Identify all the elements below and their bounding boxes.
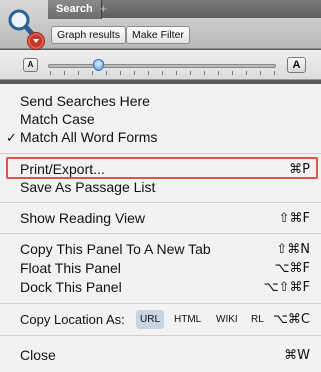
add-tab-button[interactable]: + [100, 0, 107, 18]
slider-tick [120, 71, 121, 75]
menu-item-save-passage-list[interactable]: Save As Passage List [20, 178, 310, 197]
shortcut-label: ⌘P [289, 162, 310, 177]
search-menu-button[interactable] [0, 0, 46, 49]
menu-separator [0, 303, 321, 304]
tab-strip: Search + [48, 0, 321, 19]
menu-item-label: Dock This Panel [20, 279, 122, 295]
graph-results-button[interactable]: Graph results [51, 26, 127, 44]
shortcut-label: ⌘W [284, 348, 310, 363]
slider-tick [64, 71, 65, 75]
shortcut-label: ⇧⌘N [276, 242, 310, 257]
menu-separator [0, 153, 321, 154]
slider-tick [260, 71, 261, 75]
font-size-bar: A A [0, 50, 321, 80]
menu-item-label: Copy This Panel To A New Tab [20, 241, 211, 257]
format-html[interactable]: HTML [170, 310, 205, 329]
menu-item-label: Print/Export... [20, 161, 105, 177]
dropdown-arrow-icon[interactable] [28, 33, 44, 49]
menu-item-send-searches[interactable]: Send Searches Here [20, 92, 310, 111]
format-rl[interactable]: RL [247, 310, 268, 329]
menu-separator [0, 335, 321, 336]
slider-tick [190, 71, 191, 75]
search-toolbar: Search + Graph results Make Filter [0, 0, 321, 49]
shortcut-label: ⌥⌘F [274, 261, 310, 276]
menu-item-label: Match All Word Forms [20, 129, 158, 145]
slider-tick [246, 71, 247, 75]
slider-tick [176, 71, 177, 75]
shortcut-label: ⇧⌘F [278, 211, 310, 226]
slider-tick [218, 71, 219, 75]
font-size-slider-thumb[interactable] [93, 59, 105, 71]
menu-item-reading-view[interactable]: Show Reading View ⇧⌘F [20, 209, 310, 228]
menu-item-copy-panel[interactable]: Copy This Panel To A New Tab ⇧⌘N [20, 240, 310, 259]
slider-tick [204, 71, 205, 75]
slider-tick [50, 71, 51, 75]
increase-font-button[interactable]: A [287, 57, 306, 73]
slider-tick [274, 71, 275, 75]
slider-tick [232, 71, 233, 75]
slider-tick [162, 71, 163, 75]
menu-item-float-panel[interactable]: Float This Panel ⌥⌘F [20, 259, 310, 278]
menu-item-label: Float This Panel [20, 260, 121, 276]
copy-location-label: Copy Location As: [20, 312, 125, 327]
slider-tick [148, 71, 149, 75]
decrease-font-button[interactable]: A [23, 58, 38, 72]
format-wiki[interactable]: WIKI [212, 310, 242, 329]
menu-separator [0, 202, 321, 203]
menu-item-dock-panel[interactable]: Dock This Panel ⌥⇧⌘F [20, 278, 310, 297]
menu-item-label: Close [20, 347, 56, 363]
make-filter-button[interactable]: Make Filter [126, 26, 190, 44]
menu-item-label: Send Searches Here [20, 93, 150, 109]
menu-item-match-case[interactable]: Match Case [20, 110, 310, 129]
menu-item-label: Show Reading View [20, 210, 146, 226]
menu-item-close[interactable]: Close ⌘W [20, 346, 310, 365]
shortcut-label: ⌥⇧⌘F [263, 280, 310, 295]
menu-item-copy-location[interactable]: Copy Location As: URL HTML WIKI RL ⌥⌘C [20, 310, 310, 329]
slider-tick [92, 71, 93, 75]
slider-tick [134, 71, 135, 75]
font-size-slider-track[interactable] [48, 64, 276, 68]
tab-search[interactable]: Search [48, 0, 102, 19]
menu-item-match-word-forms[interactable]: ✓ Match All Word Forms [6, 128, 310, 147]
menu-separator [0, 233, 321, 234]
format-url[interactable]: URL [136, 310, 165, 329]
menu-item-label: Save As Passage List [20, 179, 156, 195]
slider-tick [106, 71, 107, 75]
menu-item-print-export[interactable]: Print/Export... ⌘P [20, 160, 310, 179]
shortcut-label: ⌥⌘C [272, 312, 310, 327]
search-options-menu: Send Searches Here Match Case ✓ Match Al… [0, 84, 321, 372]
slider-tick [78, 71, 79, 75]
menu-item-label: Match Case [20, 111, 95, 127]
checkmark-icon: ✓ [6, 130, 17, 145]
